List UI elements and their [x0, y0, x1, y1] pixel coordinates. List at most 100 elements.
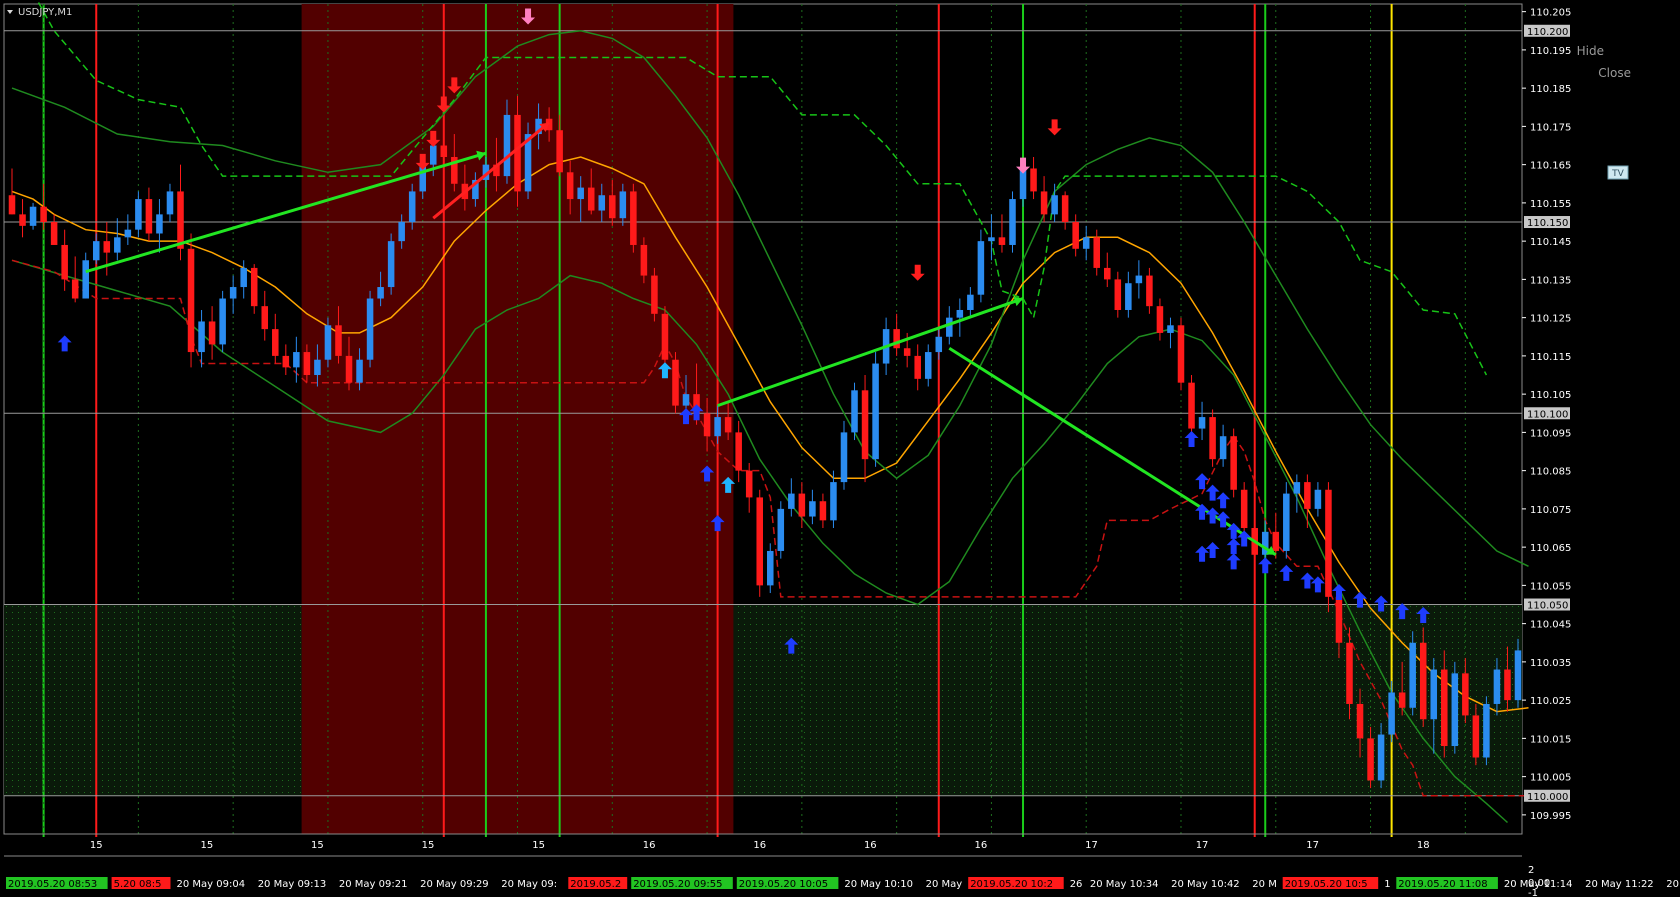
candle-body — [398, 222, 405, 242]
candle-body — [1135, 275, 1143, 284]
time-label: 20 May 09:13 — [258, 879, 327, 890]
top-date-label: 16 — [643, 840, 656, 851]
candle-body — [967, 294, 974, 310]
candle-body — [1335, 596, 1343, 643]
candle-body — [1314, 489, 1322, 509]
price-tick-label: 110.075 — [1530, 505, 1571, 516]
close-button[interactable]: Close — [1598, 66, 1631, 80]
candle-body — [229, 287, 237, 299]
candle-body — [577, 187, 584, 200]
candle-body — [672, 359, 679, 406]
candle-body — [819, 501, 827, 521]
candle-body — [1230, 436, 1237, 490]
time-label: 5.20 08:5 — [114, 879, 162, 890]
candle-body — [872, 363, 879, 460]
candle-body — [366, 298, 374, 360]
candle-body — [166, 191, 174, 215]
candle-body — [50, 222, 58, 245]
candle-body — [1061, 195, 1069, 223]
candle-body — [303, 352, 311, 376]
candle-body — [903, 348, 911, 356]
candle-body — [598, 195, 606, 211]
candle-body — [208, 321, 216, 345]
candle-body — [1240, 489, 1248, 529]
candle-body — [788, 493, 795, 509]
level-label: 110.100 — [1527, 409, 1568, 420]
candle-body — [630, 191, 637, 245]
candle-body — [587, 187, 595, 211]
sub-window-label: -1 — [1528, 888, 1538, 897]
candle-body — [1472, 715, 1480, 758]
candle-body — [724, 417, 732, 433]
candle-body — [145, 199, 153, 234]
candle-body — [71, 279, 79, 299]
candle-body — [1514, 650, 1522, 701]
time-label: 26 — [1070, 879, 1083, 890]
price-chart[interactable]: 110.205 110.195 110.185 110.175 110.165 110.1… — [0, 0, 1680, 897]
candle-body — [1156, 306, 1164, 333]
candle-body — [798, 493, 806, 517]
candle-body — [1304, 482, 1311, 509]
top-date-label: 15 — [532, 840, 545, 851]
candle-body — [1367, 738, 1374, 781]
candle-body — [703, 413, 711, 437]
candle-body — [1504, 669, 1511, 701]
top-date-label: 15 — [422, 840, 435, 851]
candle-body — [1209, 417, 1216, 460]
candle-body — [1188, 382, 1195, 429]
price-tick-label: 110.015 — [1530, 734, 1571, 745]
time-label: 20 M — [1252, 879, 1277, 890]
price-tick-label: 109.995 — [1530, 811, 1571, 822]
level-label: 110.150 — [1527, 218, 1568, 229]
top-date-label: 15 — [90, 840, 103, 851]
candle-body — [1114, 279, 1122, 310]
candle-body — [103, 241, 111, 253]
candle-body — [1030, 168, 1037, 192]
candle-body — [777, 508, 785, 551]
candle-body — [387, 241, 395, 288]
candle-body — [1398, 692, 1406, 708]
time-label: 2019.05.20 11:08 — [1398, 879, 1487, 890]
candle-body — [1388, 692, 1395, 735]
price-tick-label: 110.045 — [1530, 620, 1571, 631]
hide-button[interactable]: Hide — [1577, 44, 1604, 58]
top-date-label: 18 — [1417, 840, 1430, 851]
tv-button[interactable]: TV — [1607, 165, 1629, 180]
level-label: 110.050 — [1527, 601, 1568, 612]
symbol-label: USDJPY,M1 — [18, 7, 72, 18]
candle-body — [124, 229, 132, 238]
candle-body — [1125, 283, 1132, 310]
price-tick-label: 110.105 — [1530, 390, 1571, 401]
price-tick-label: 110.115 — [1530, 352, 1571, 363]
candle-body — [40, 206, 47, 223]
candle-body — [282, 355, 290, 368]
candle-body — [440, 145, 448, 157]
candle-body — [1167, 325, 1174, 333]
candle-body — [1293, 482, 1301, 494]
candle-body — [29, 206, 37, 226]
candle-body — [1356, 703, 1364, 739]
candle-body — [714, 417, 721, 437]
price-tick-label: 110.035 — [1530, 658, 1571, 669]
candle-body — [1072, 222, 1079, 249]
candle-body — [1009, 199, 1016, 245]
tv-button-label: TV — [1611, 169, 1624, 179]
candle-body — [8, 195, 16, 215]
candle-body — [61, 244, 68, 280]
candle-body — [1272, 531, 1280, 551]
candle-body — [219, 298, 226, 345]
candle-body — [293, 352, 300, 368]
time-label: 2019.05.2 — [570, 879, 621, 890]
time-label: 2019.05.20 10:2 — [970, 879, 1053, 890]
candle-body — [1104, 267, 1111, 280]
candle-body — [924, 352, 932, 379]
price-tick-label: 110.155 — [1530, 199, 1571, 210]
candle-body — [356, 359, 363, 383]
top-date-label: 17 — [1085, 840, 1098, 851]
candle-body — [335, 325, 342, 356]
time-label: 20 May 10:10 — [844, 879, 913, 890]
candle-body — [503, 114, 511, 177]
candle-body — [1483, 703, 1490, 758]
candle-body — [977, 241, 985, 295]
bottom-zone-dots — [4, 604, 1522, 796]
